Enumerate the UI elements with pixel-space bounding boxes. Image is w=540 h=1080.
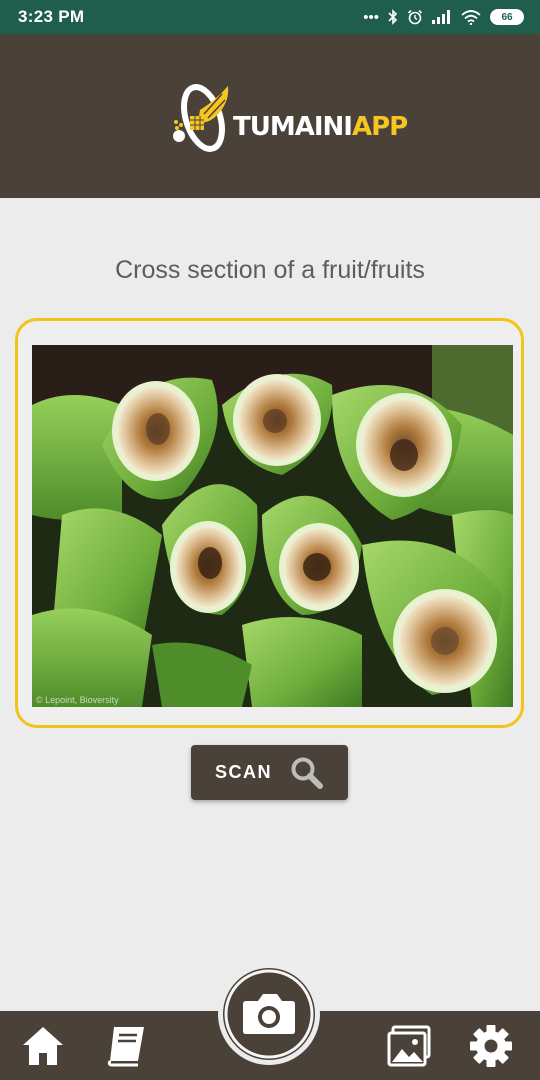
- settings-icon[interactable]: [469, 1024, 513, 1068]
- scan-button[interactable]: SCAN: [191, 745, 348, 800]
- status-bar: 3:23 PM ••• 66: [0, 0, 540, 34]
- logo-wordmark: TUMAINIAPP: [233, 112, 408, 142]
- fruit-photo-illustration: [32, 345, 513, 707]
- alarm-icon: [407, 9, 423, 25]
- logo-emblem-icon: [173, 84, 229, 152]
- status-time: 3:23 PM: [18, 7, 85, 26]
- app-logo: TUMAINIAPP: [170, 80, 408, 156]
- image-frame[interactable]: © Lepoint, Bioversity: [15, 318, 524, 728]
- gallery-icon[interactable]: [387, 1025, 431, 1067]
- signal-icon: [432, 10, 450, 24]
- logo-text-yellow: APP: [351, 112, 408, 142]
- camera-icon: [218, 963, 320, 1065]
- home-icon[interactable]: [21, 1023, 65, 1067]
- battery-level: 66: [501, 11, 513, 23]
- app-header: TUMAINIAPP: [0, 34, 540, 198]
- status-icons: ••• 66: [363, 9, 524, 26]
- more-dots-icon: •••: [363, 8, 379, 26]
- bluetooth-icon: [388, 9, 398, 25]
- page-title: Cross section of a fruit/fruits: [115, 256, 425, 284]
- fruit-cross-section-photo: © Lepoint, Bioversity: [32, 345, 513, 707]
- logo-text-white: TUMAINI: [233, 112, 353, 142]
- search-icon: [291, 757, 323, 789]
- battery-icon: 66: [490, 9, 524, 25]
- camera-button[interactable]: [216, 961, 322, 1067]
- wifi-icon: [461, 9, 481, 25]
- book-icon[interactable]: [104, 1023, 148, 1067]
- photo-credit: © Lepoint, Bioversity: [36, 695, 119, 705]
- scan-button-label: SCAN: [214, 762, 272, 782]
